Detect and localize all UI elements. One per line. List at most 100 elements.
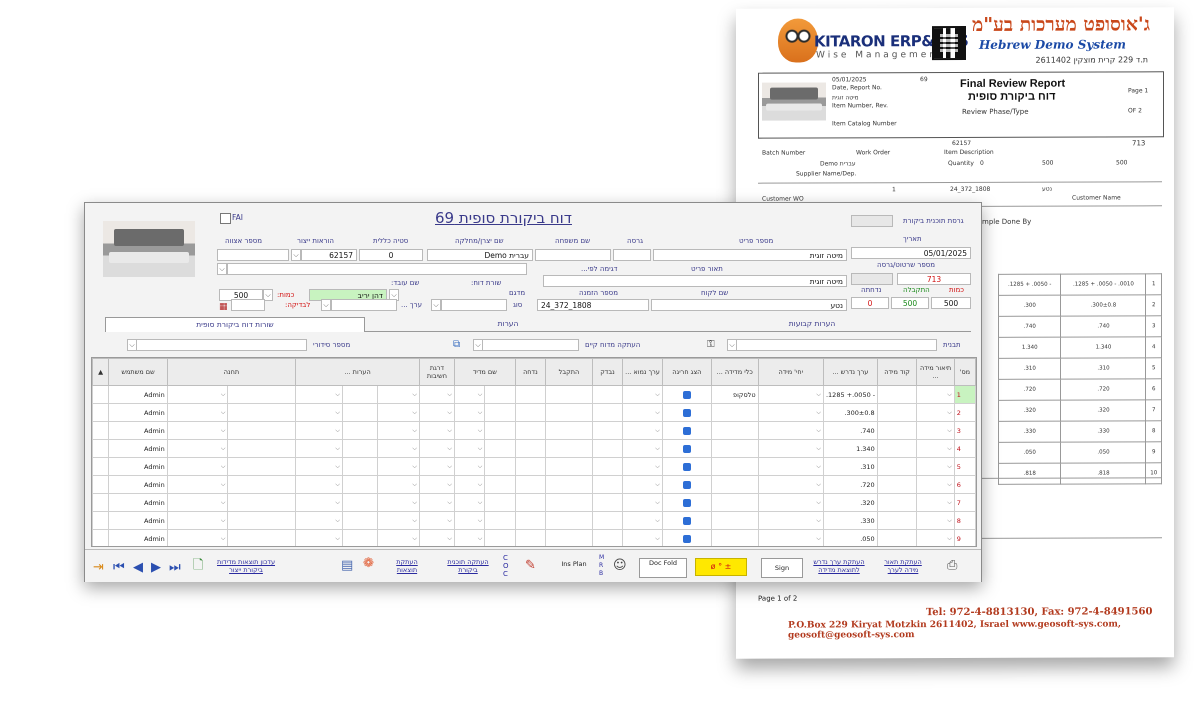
last-record-icon[interactable]: ⏭ — [169, 560, 181, 575]
cell-notes-dropdown[interactable]: ⌵ — [295, 385, 343, 404]
sample-by-field[interactable] — [227, 263, 527, 275]
row-gutter[interactable] — [92, 403, 110, 422]
cell-importance[interactable]: ⌵ — [418, 385, 455, 404]
table-row[interactable]: Admin ⌵ ⌵ ⌵ ⌵ ⌵ ⌵ ⌵ .320 ⌵ 7 — [92, 493, 976, 512]
cell-show-deviation[interactable] — [661, 529, 712, 546]
check-field[interactable] — [231, 299, 265, 311]
cell-measured[interactable]: ⌵ — [622, 385, 663, 404]
sign-button[interactable]: Sign — [761, 558, 803, 578]
row-gutter[interactable] — [92, 457, 110, 476]
coc-icon[interactable]: COC — [503, 554, 509, 578]
cell-show-deviation[interactable] — [661, 475, 712, 494]
cell-station-dropdown[interactable]: ⌵ — [166, 439, 229, 458]
template-dropdown-icon[interactable]: ⌵ — [727, 339, 737, 351]
cell-checked[interactable] — [591, 475, 624, 494]
cell-station[interactable] — [227, 439, 297, 458]
cell-notes[interactable] — [341, 403, 378, 422]
col-required[interactable]: ערך נדרש ... — [822, 358, 878, 386]
cell-measurer-dropdown[interactable]: ⌵ — [453, 457, 486, 476]
drawing-number-field[interactable]: 713 — [897, 273, 971, 285]
cell-unit[interactable]: ⌵ — [757, 475, 824, 494]
cell-rejected[interactable] — [514, 529, 547, 546]
cell-station[interactable] — [227, 511, 297, 530]
cell-checked[interactable] — [591, 457, 624, 476]
cell-required[interactable]: .320 — [822, 493, 878, 512]
next-record-icon[interactable]: ▶ — [151, 560, 161, 575]
cell-importance[interactable]: ⌵ — [418, 493, 455, 512]
first-record-icon[interactable]: ⏮ — [113, 560, 125, 575]
cell-accepted[interactable] — [545, 529, 593, 546]
cell-rejected[interactable] — [514, 421, 547, 440]
cell-measurer[interactable] — [484, 421, 516, 440]
cell-accepted[interactable] — [545, 385, 593, 404]
fai-checkbox[interactable] — [220, 213, 231, 224]
tab-report-lines[interactable]: שורות דוח ביקורת סופית — [105, 317, 365, 332]
cell-required[interactable]: .720 — [822, 475, 878, 494]
cell-user[interactable]: Admin — [108, 529, 168, 546]
item-desc-field[interactable]: מיטה זוגית — [543, 275, 847, 287]
ins-plan-button[interactable]: Ins Plan — [555, 560, 593, 568]
cell-notes-dropdown[interactable]: ⌵ — [295, 475, 343, 494]
cell-accepted[interactable] — [545, 493, 593, 512]
cell-no[interactable]: 2 — [953, 403, 976, 422]
copy-required-button[interactable]: העתקת ערך נדרש לתוצאת מדידה — [807, 558, 871, 574]
cell-user[interactable]: Admin — [108, 493, 168, 512]
cell-notes-dropdown[interactable]: ⌵ — [295, 457, 343, 476]
family-field[interactable] — [535, 249, 611, 261]
cell-importance[interactable]: ⌵ — [418, 475, 455, 494]
cell-measurer-dropdown[interactable]: ⌵ — [453, 493, 486, 512]
cell-user[interactable]: Admin — [108, 475, 168, 494]
cell-dim-desc[interactable]: ⌵ — [916, 493, 955, 512]
cell-required[interactable]: .050 — [822, 529, 878, 546]
cell-required[interactable]: .310 — [822, 457, 878, 476]
cell-required[interactable]: 1.340 — [822, 439, 878, 458]
cell-measurer-dropdown[interactable]: ⌵ — [453, 421, 486, 440]
drawing-rev-field[interactable] — [851, 273, 893, 285]
cell-accepted[interactable] — [545, 511, 593, 530]
cell-dim-desc[interactable]: ⌵ — [916, 475, 955, 494]
cell-tool[interactable] — [710, 529, 759, 546]
cell-notes-dropdown[interactable]: ⌵ — [295, 421, 343, 440]
row-gutter[interactable] — [92, 493, 110, 512]
cell-notes-more[interactable]: ⌵ — [376, 403, 420, 422]
production-order-field[interactable]: 62157 — [301, 249, 357, 261]
tab-fixed-notes[interactable]: הערות קבועות — [653, 317, 971, 331]
update-results-button[interactable]: עדכון תוצאות מדידות ביקורת ייצור — [213, 558, 279, 574]
cell-measured[interactable]: ⌵ — [622, 403, 663, 422]
cell-station[interactable] — [227, 421, 297, 440]
cell-importance[interactable]: ⌵ — [418, 403, 455, 422]
cell-unit[interactable]: ⌵ — [757, 457, 824, 476]
cell-dim-desc[interactable]: ⌵ — [916, 421, 955, 440]
cell-measured[interactable]: ⌵ — [622, 439, 663, 458]
cell-measured[interactable]: ⌵ — [622, 493, 663, 512]
row-gutter[interactable] — [92, 439, 110, 458]
cell-code[interactable] — [876, 511, 918, 530]
cell-no[interactable]: 8 — [953, 511, 976, 530]
col-tool[interactable]: כלי מדידה ... — [710, 358, 759, 386]
cell-show-deviation[interactable] — [661, 421, 712, 440]
cell-station-dropdown[interactable]: ⌵ — [166, 403, 229, 422]
cell-checked[interactable] — [591, 403, 624, 422]
value-field[interactable] — [331, 299, 397, 311]
cell-show-deviation[interactable] — [661, 385, 712, 404]
cell-measurer[interactable] — [484, 439, 516, 458]
customer-field[interactable]: נטע — [651, 299, 847, 311]
col-dim-desc[interactable]: תיאור מידה ... — [916, 358, 955, 386]
cell-station-dropdown[interactable]: ⌵ — [166, 385, 229, 404]
cell-no[interactable]: 4 — [953, 439, 976, 458]
cell-rejected[interactable] — [514, 511, 547, 530]
copy-from-dropdown-icon[interactable]: ⌵ — [473, 339, 483, 351]
worker-icon[interactable]: ☺ — [613, 558, 627, 574]
new-document-icon[interactable]: 🗋 — [193, 558, 203, 574]
row-gutter[interactable] — [92, 421, 110, 440]
template-field[interactable] — [727, 339, 937, 351]
cell-notes-more[interactable]: ⌵ — [376, 385, 420, 404]
row-gutter[interactable] — [92, 385, 110, 404]
row-gutter[interactable] — [92, 475, 110, 494]
cell-code[interactable] — [876, 457, 918, 476]
cell-notes-dropdown[interactable]: ⌵ — [295, 439, 343, 458]
order-no-field[interactable]: 24_372_1808 — [537, 299, 649, 311]
cell-notes[interactable] — [341, 439, 378, 458]
cell-user[interactable]: Admin — [108, 439, 168, 458]
cell-checked[interactable] — [591, 529, 624, 546]
